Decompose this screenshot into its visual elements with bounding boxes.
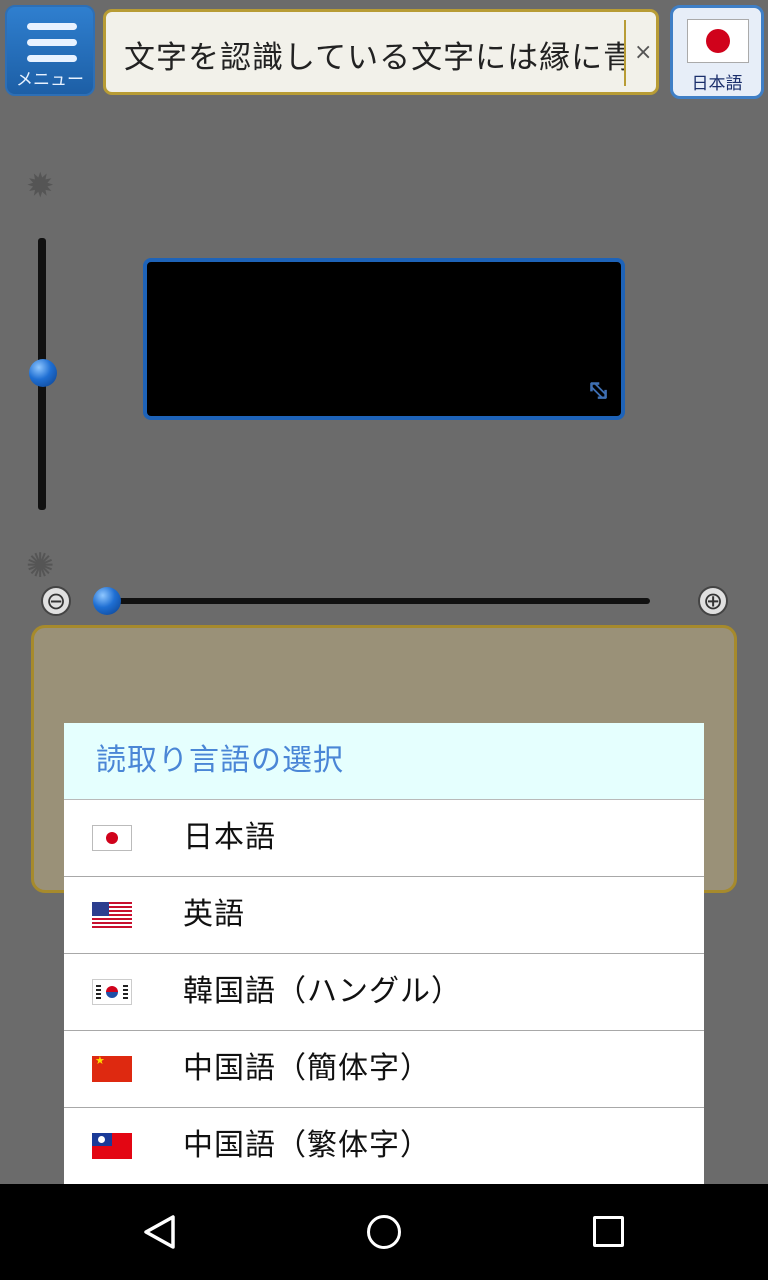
dialog-title: 読取り言語の選択 [64,723,704,800]
language-option-korean[interactable]: 韓国語（ハングル） [64,954,704,1031]
zoom-slider-knob[interactable] [93,587,121,615]
taiwan-flag-icon [92,1133,132,1159]
language-option-chinese-simplified[interactable]: 中国語（簡体字） [64,1031,704,1108]
language-option-label: 中国語（簡体字） [183,1051,431,1086]
home-icon[interactable] [367,1215,401,1249]
language-label: 日本語 [691,74,743,94]
japan-flag-icon [92,825,132,851]
language-select-dialog: 読取り言語の選択 日本語 英語 韓国語（ハングル） 中国語（簡体字） 中国語（繁… [64,723,704,1184]
resize-arrows-icon[interactable]: ⇔ [577,369,620,412]
half-sun-icon: ✺ [26,546,55,586]
language-option-japanese[interactable]: 日本語 [64,800,704,877]
text-caret [624,20,626,86]
clear-icon[interactable]: × [634,40,652,65]
menu-button[interactable]: メニュー [5,5,95,96]
language-option-chinese-traditional[interactable]: 中国語（繁体字） [64,1108,704,1184]
zoom-in-icon[interactable]: ⊕ [698,586,728,616]
language-option-label: 韓国語（ハングル） [183,974,462,1009]
language-option-english[interactable]: 英語 [64,877,704,954]
language-option-label: 日本語 [183,820,276,855]
japan-flag-icon [687,19,749,63]
recognized-text: 文字を認識している文字には縁に青 [124,40,624,76]
zoom-slider[interactable] [110,598,650,604]
camera-preview[interactable]: ⇔ [143,258,625,420]
language-option-label: 中国語（繁体字） [183,1128,431,1163]
hamburger-icon [27,23,77,71]
korea-flag-icon [92,979,132,1005]
menu-label: メニュー [16,70,84,90]
zoom-out-icon[interactable]: ⊖ [41,586,71,616]
brightness-slider-knob[interactable] [29,359,57,387]
language-button[interactable]: 日本語 [670,5,764,99]
recent-apps-icon[interactable] [593,1216,624,1247]
usa-flag-icon [92,902,132,928]
sun-icon: ✹ [26,166,55,206]
china-flag-icon [92,1056,132,1082]
language-option-label: 英語 [183,897,245,932]
navigation-bar [0,1184,768,1280]
back-icon[interactable] [142,1214,178,1250]
recognized-text-field[interactable]: 文字を認識している文字には縁に青 × [103,9,659,95]
